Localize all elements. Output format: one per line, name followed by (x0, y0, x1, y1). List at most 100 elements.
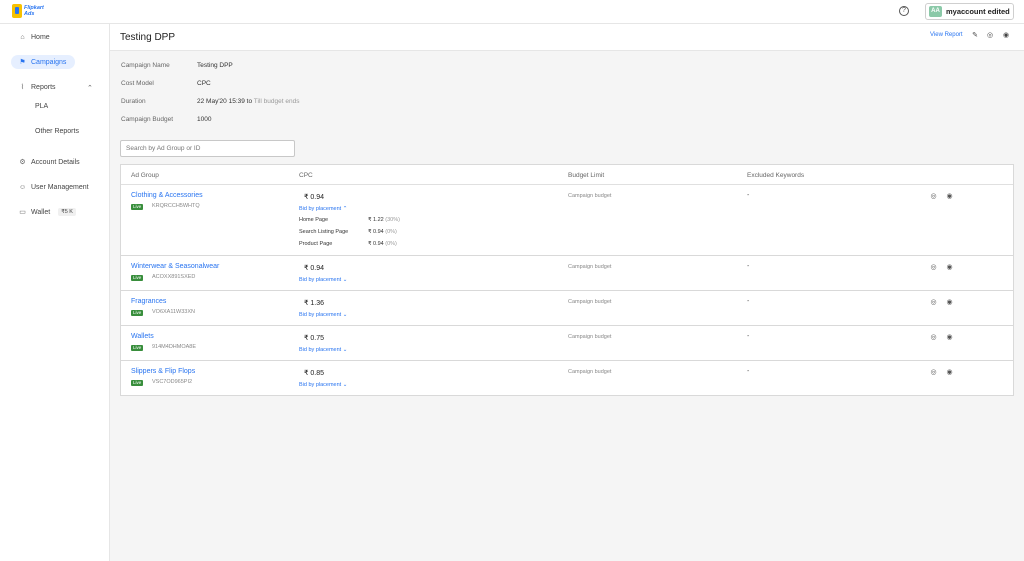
pause-icon[interactable]: ◎ (930, 334, 937, 341)
account-menu-button[interactable]: AA myaccount edited (925, 3, 1014, 20)
flag-icon: ⚑ (19, 58, 26, 66)
ad-group-id: VSC7OD965PI2 (152, 379, 193, 385)
top-bar: Flipkart Ads ? AA myaccount edited (0, 0, 1024, 24)
gear-icon: ⚙ (19, 158, 26, 166)
placement-row-home: Home Page ₹ 1.22 (30%) (299, 217, 400, 223)
sidebar-item-campaigns[interactable]: ⚑ Campaigns (11, 55, 75, 69)
home-icon: ⌂ (20, 33, 25, 41)
status-badge: Live (131, 380, 144, 386)
placement-percent: (0%) (385, 241, 397, 247)
detail-label: Cost Model (121, 80, 154, 87)
excluded-keywords-cell: - (747, 298, 750, 305)
duration-to: to (246, 98, 253, 105)
excluded-keywords-cell: - (747, 368, 750, 375)
bid-by-placement-toggle[interactable]: Bid by placement ⌃ (299, 206, 347, 212)
chart-icon: ⌇ (20, 83, 25, 91)
sidebar-item-label: Wallet (31, 208, 51, 216)
status-badge: Live (131, 345, 144, 351)
search-input[interactable]: Search by Ad Group or ID (120, 140, 295, 157)
bid-by-placement-toggle[interactable]: Bid by placement ⌄ (299, 382, 347, 388)
placement-row-product: Product Page ₹ 0.94 (0%) (299, 241, 397, 247)
cpc-value: ₹ 0.85 (304, 370, 325, 377)
budget-limit-cell: Campaign budget (568, 193, 612, 199)
logo-icon (12, 4, 22, 18)
bid-by-placement-toggle[interactable]: Bid by placement ⌄ (299, 277, 347, 283)
placement-name: Product Page (299, 241, 333, 247)
flipkart-ads-logo[interactable]: Flipkart Ads (12, 4, 44, 18)
pause-icon[interactable]: ◎ (986, 32, 994, 40)
excluded-keywords-cell: - (747, 263, 750, 270)
view-report-link[interactable]: View Report (930, 32, 963, 38)
sidebar-item-home[interactable]: ⌂ Home (11, 30, 49, 44)
placement-name: Home Page (299, 217, 329, 223)
detail-cost-model: Cost Model CPC (121, 80, 211, 87)
cpc-value: ₹ 1.36 (304, 300, 325, 307)
table-row: Slippers & Flip Flops Live VSC7OD965PI2 … (121, 361, 1013, 396)
ad-group-table: Ad Group CPC Budget Limit Excluded Keywo… (120, 164, 1014, 396)
sidebar-item-account-details[interactable]: ⚙ Account Details (11, 155, 79, 169)
ad-group-name-link[interactable]: Slippers & Flip Flops (131, 368, 195, 375)
bid-by-placement-toggle[interactable]: Bid by placement ⌄ (299, 347, 347, 353)
stop-icon[interactable]: ◉ (946, 264, 953, 271)
ad-group-id: 914M4DHMOA8E (152, 344, 197, 350)
help-icon[interactable]: ? (899, 6, 909, 16)
detail-value: CPC (197, 80, 211, 87)
chevron-up-icon[interactable]: ⌃ (87, 84, 93, 92)
ad-group-name-link[interactable]: Fragrances (131, 298, 166, 305)
detail-label: Campaign Name (121, 62, 170, 69)
user-icon: ☺ (19, 183, 27, 191)
account-name: myaccount edited (946, 7, 1010, 16)
ad-group-name-link[interactable]: Winterwear & Seasonalwear (131, 263, 219, 270)
table-row: Winterwear & Seasonalwear Live ACOXX891S… (121, 256, 1013, 291)
detail-label: Duration (121, 98, 146, 105)
pause-icon[interactable]: ◎ (930, 299, 937, 306)
ad-group-name-link[interactable]: Clothing & Accessories (131, 192, 203, 199)
placement-name: Search Listing Page (299, 229, 349, 235)
status-badge: Live (131, 310, 144, 316)
edit-icon[interactable]: ✎ (971, 32, 979, 40)
detail-campaign-budget: Campaign Budget 1000 (121, 116, 211, 123)
bid-by-placement-toggle[interactable]: Bid by placement ⌄ (299, 312, 347, 318)
pause-icon[interactable]: ◎ (930, 193, 937, 200)
stop-icon[interactable]: ◉ (946, 299, 953, 306)
stop-icon[interactable]: ◉ (1002, 32, 1010, 40)
placement-percent: (30%) (385, 217, 400, 223)
sidebar-item-reports[interactable]: ⌇ Reports (11, 80, 56, 94)
stop-icon[interactable]: ◉ (946, 369, 953, 376)
placement-row-search-listing: Search Listing Page ₹ 0.94 (0%) (299, 229, 397, 235)
ad-group-id: KRQRCCH5WHTQ (152, 203, 200, 209)
cpc-value: ₹ 0.75 (304, 335, 325, 342)
budget-limit-cell: Campaign budget (568, 334, 612, 340)
sidebar: ⌂ Home ⚑ Campaigns ⌇ Reports ⌃ PLA Other… (0, 24, 110, 561)
duration-start: 22 May'20 15:39 (197, 98, 245, 105)
column-header-budget-limit: Budget Limit (568, 172, 605, 179)
sidebar-item-wallet[interactable]: ▭ Wallet ₹5 K (11, 205, 76, 219)
budget-limit-cell: Campaign budget (568, 299, 612, 305)
sidebar-item-pla[interactable]: PLA (35, 103, 48, 110)
table-row: Clothing & Accessories Live KRQRCCH5WHTQ… (121, 185, 1013, 256)
stop-icon[interactable]: ◉ (946, 334, 953, 341)
ad-group-id: VO6XA11W33XN (152, 309, 196, 315)
placement-bid: ₹ 0.94 (368, 229, 384, 235)
table-row: Fragrances Live VO6XA11W33XN ₹ 1.36 Bid … (121, 291, 1013, 326)
sidebar-item-user-management[interactable]: ☺ User Management (11, 180, 89, 194)
detail-duration: Duration 22 May'20 15:39 to Till budget … (121, 98, 299, 105)
sidebar-item-other-reports[interactable]: Other Reports (35, 128, 79, 135)
stop-icon[interactable]: ◉ (946, 193, 953, 200)
ad-group-name-link[interactable]: Wallets (131, 333, 154, 340)
page-header: Testing DPP View Report ✎ ◎ ◉ (110, 24, 1024, 51)
placement-percent: (0%) (385, 229, 397, 235)
logo-text-line2: Ads (24, 11, 35, 17)
pause-icon[interactable]: ◎ (930, 369, 937, 376)
detail-campaign-name: Campaign Name Testing DPP (121, 62, 233, 69)
column-header-cpc: CPC (299, 172, 313, 179)
detail-label: Campaign Budget (121, 116, 174, 123)
cpc-value: ₹ 0.94 (304, 265, 325, 272)
column-header-excluded-keywords: Excluded Keywords (747, 172, 805, 179)
table-header: Ad Group CPC Budget Limit Excluded Keywo… (121, 165, 1013, 185)
pause-icon[interactable]: ◎ (930, 264, 937, 271)
budget-limit-cell: Campaign budget (568, 369, 612, 375)
placement-bid: ₹ 1.22 (368, 217, 384, 223)
sidebar-item-label: Campaigns (31, 58, 67, 66)
status-badge: Live (131, 204, 144, 210)
